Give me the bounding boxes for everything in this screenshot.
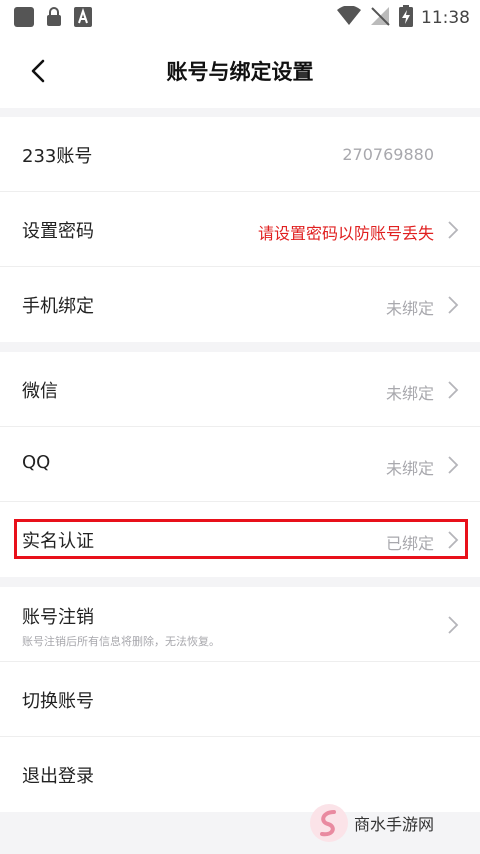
wifi-icon [337,5,361,30]
switch-account-label: 切换账号 [22,691,94,712]
phone-binding-label: 手机绑定 [22,296,94,317]
no-signal-icon [369,6,391,30]
status-bar: 11:38 [0,0,480,36]
cancel-account-row[interactable]: 账号注销 账号注销后所有信息将删除，无法恢复。 [0,587,480,662]
chevron-right-icon [448,381,459,399]
set-password-warning: 请设置密码以防账号丢失 [257,224,434,243]
qq-row[interactable]: QQ 未绑定 [0,427,480,502]
watermark: 商水手游网 [308,802,434,844]
logout-label: 退出登录 [22,766,94,787]
watermark-logo-icon [310,804,348,842]
account-id-row: 233账号 270769880 [0,117,480,192]
chevron-right-icon [448,456,459,474]
logout-row[interactable]: 退出登录 [0,737,480,812]
qq-status: 未绑定 [385,459,434,478]
wechat-status: 未绑定 [385,384,434,403]
page-title: 账号与绑定设置 [166,60,314,84]
switch-account-row[interactable]: 切换账号 [0,662,480,737]
phone-binding-status: 未绑定 [385,299,434,318]
status-time: 11:38 [421,8,470,28]
nav-bar: 账号与绑定设置 [0,36,480,108]
set-password-label: 设置密码 [22,221,94,242]
chevron-right-icon [448,221,459,239]
cancel-account-label: 账号注销 [22,607,94,628]
account-id-value: 270769880 [342,145,434,164]
notification-square-icon [14,7,34,27]
account-id-label: 233账号 [22,146,93,167]
qq-label: QQ [22,452,51,473]
highlight-box [14,519,468,559]
wechat-row[interactable]: 微信 未绑定 [0,352,480,427]
chevron-right-icon [448,616,459,634]
cancel-account-subtitle: 账号注销后所有信息将删除，无法恢复。 [22,635,220,648]
account-actions-group: 账号注销 账号注销后所有信息将删除，无法恢复。 切换账号 退出登录 [0,587,480,812]
a-notification-icon [74,7,92,27]
chevron-right-icon [448,296,459,314]
account-group: 233账号 270769880 设置密码 请设置密码以防账号丢失 手机绑定 未绑… [0,117,480,342]
lock-notification-icon [46,7,62,27]
watermark-text: 商水手游网 [354,815,435,834]
battery-charging-icon [399,5,413,31]
set-password-row[interactable]: 设置密码 请设置密码以防账号丢失 [0,192,480,267]
wechat-label: 微信 [22,381,58,402]
phone-binding-row[interactable]: 手机绑定 未绑定 [0,267,480,342]
